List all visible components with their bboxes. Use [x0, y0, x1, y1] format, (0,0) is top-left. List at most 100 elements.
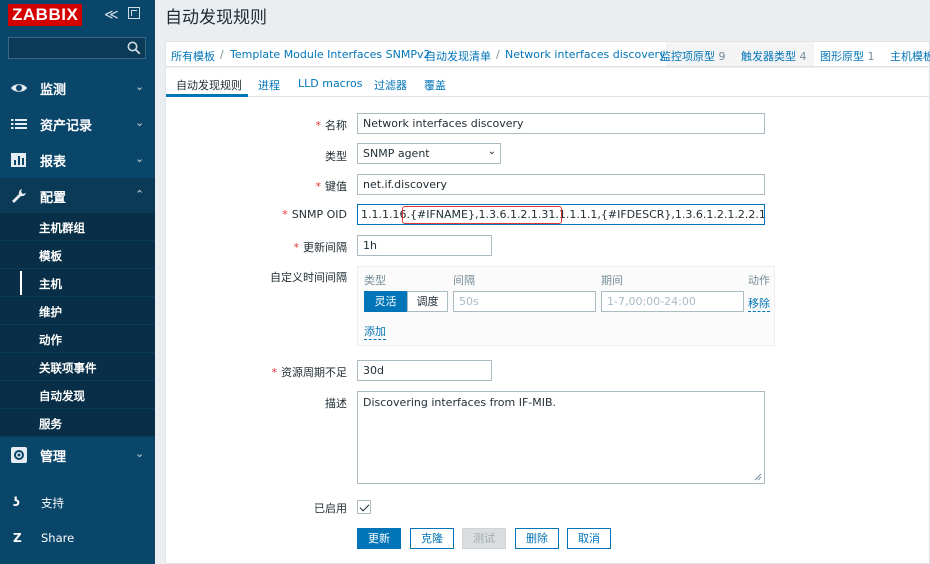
flexible-toggle[interactable]: 灵活 [364, 291, 407, 312]
cancel-button[interactable]: 取消 [567, 528, 611, 549]
menu-reports-label: 报表 [40, 155, 67, 170]
submenu-label: 服务 [39, 417, 62, 431]
keep-lost-input[interactable]: 30d [357, 360, 492, 381]
snmp-oid-input[interactable]: 1.1.1.16.{#IFNAME},1.3.6.1.2.1.31.1.1.1.… [357, 204, 765, 225]
scheduling-toggle[interactable]: 调度 [407, 291, 448, 312]
breadcrumb-graph-prototypes[interactable]: 图形原型 1 [820, 48, 875, 64]
keep-lost-label: * 资源周期不足 [272, 364, 348, 380]
required-asterisk: * [315, 180, 322, 193]
submenu-host-groups[interactable]: 主机群组 [0, 213, 155, 241]
add-interval-link[interactable]: 添加 [364, 323, 386, 340]
submenu-discovery[interactable]: 自动发现 [0, 381, 155, 409]
breadcrumb-trigger-prototypes[interactable]: 触发器类型 4 [741, 48, 807, 64]
configuration-submenu: 主机群组 模板 主机 维护 动作 关联项事件 自动发现 服务 [0, 213, 155, 437]
custom-intervals-label: 自定义时间间隔 [270, 271, 347, 284]
support-label: 支持 [41, 496, 64, 510]
breadcrumb-host-prototypes[interactable]: 主机模板 [890, 48, 930, 64]
menu-configuration[interactable]: 配置 ⌃ [0, 178, 155, 214]
kiosk-mode-icon[interactable] [128, 7, 140, 19]
type-select-value: SNMP agent [363, 147, 430, 160]
menu-monitoring-label: 监测 [40, 83, 67, 98]
collapse-sidebar-icon[interactable]: ≪ [104, 7, 119, 23]
graph-prototypes-count: 1 [867, 50, 875, 63]
menu-monitoring[interactable]: 监测 ⌄ [0, 70, 155, 106]
tab-filters[interactable]: 过滤器 [374, 77, 407, 93]
share-label: Share [41, 531, 75, 545]
snmp-oid-label: * SNMP OID [282, 208, 347, 221]
description-textarea[interactable]: Discovering interfaces from IF-MIB. [357, 391, 765, 484]
search-input[interactable] [9, 38, 121, 58]
type-label: 类型 [325, 150, 347, 163]
custom-period-input[interactable]: 1-7,00:00-24:00 [601, 291, 744, 312]
graph-prototypes-label: 图形原型 [820, 50, 864, 63]
enabled-label: 已启用 [314, 502, 347, 515]
key-input[interactable]: net.if.discovery [357, 174, 765, 195]
menu-inventory[interactable]: 资产记录 ⌄ [0, 106, 155, 142]
tab-overrides[interactable]: 覆盖 [424, 77, 446, 93]
submenu-event-correlation[interactable]: 关联项事件 [0, 353, 155, 381]
share-link[interactable]: Z Share [0, 522, 155, 554]
breadcrumb-all-templates[interactable]: 所有模板 [171, 48, 215, 64]
keep-lost-label-text: 资源周期不足 [281, 366, 347, 379]
support-link[interactable]: ʖ 支持 [0, 486, 155, 518]
resize-grip-icon[interactable] [754, 473, 762, 481]
col-period-header: 期间 [601, 274, 623, 287]
menu-reports[interactable]: 报表 ⌄ [0, 142, 155, 178]
eye-icon [11, 84, 27, 92]
submenu-templates[interactable]: 模板 [0, 241, 155, 269]
page-title: 自动发现规则 [165, 8, 267, 28]
submenu-label: 维护 [39, 305, 62, 319]
required-asterisk: * [271, 366, 278, 379]
update-interval-label-text: 更新间隔 [303, 241, 347, 254]
key-label: * 键值 [316, 178, 348, 194]
submenu-label: 主机 [39, 277, 62, 291]
remove-interval-link[interactable]: 移除 [748, 295, 770, 312]
chevron-up-icon: ⌃ [135, 188, 145, 201]
update-button[interactable]: 更新 [357, 528, 401, 549]
update-interval-label: * 更新间隔 [294, 239, 348, 255]
custom-interval-input[interactable]: 50s [453, 291, 596, 312]
snmp-oid-label-text: SNMP OID [291, 208, 347, 221]
chevron-down-icon: ⌄ [487, 146, 496, 157]
breadcrumb-current[interactable]: Network interfaces discovery [505, 48, 666, 61]
name-input[interactable]: Network interfaces discovery [357, 113, 765, 134]
tab-preprocessing[interactable]: 进程 [258, 77, 280, 93]
required-asterisk: * [315, 119, 322, 132]
list-icon [11, 119, 27, 129]
key-label-text: 键值 [325, 180, 347, 193]
share-icon: Z [13, 531, 22, 545]
chevron-down-icon: ⌄ [135, 80, 145, 93]
item-prototypes-label: 监控项原型 [660, 50, 715, 63]
submenu-services[interactable]: 服务 [0, 409, 155, 437]
delete-button[interactable]: 删除 [515, 528, 559, 549]
menu-configuration-label: 配置 [40, 191, 67, 206]
tab-discovery-rule[interactable]: 自动发现规则 [176, 77, 242, 93]
tab-lld-macros[interactable]: LLD macros [298, 77, 362, 90]
active-tab-indicator [166, 94, 248, 97]
col-type-header: 类型 [364, 274, 386, 287]
chevron-down-icon: ⌄ [135, 447, 145, 460]
col-action-header: 动作 [748, 274, 770, 287]
gear-icon [11, 447, 27, 463]
sidebar: ZABBIX ≪ 监测 ⌄ 资产记录 ⌄ 报表 ⌄ 配置 ⌃ 主机群组 模板 主… [0, 0, 155, 564]
submenu-maintenance[interactable]: 维护 [0, 297, 155, 325]
chevron-down-icon: ⌄ [135, 152, 145, 165]
submenu-hosts[interactable]: 主机 [0, 269, 155, 297]
breadcrumb-discovery-list[interactable]: 自动发现清单 [425, 48, 491, 64]
update-interval-input[interactable]: 1h [357, 235, 492, 256]
search-icon[interactable] [127, 41, 141, 55]
logo-row: ZABBIX ≪ [8, 4, 148, 26]
clone-button[interactable]: 克隆 [410, 528, 454, 549]
type-select[interactable]: SNMP agent ⌄ [357, 143, 501, 164]
menu-administration-label: 管理 [40, 450, 67, 465]
required-asterisk: * [282, 208, 288, 221]
submenu-actions[interactable]: 动作 [0, 325, 155, 353]
enabled-checkbox[interactable] [357, 500, 371, 514]
breadcrumb-separator: / [496, 48, 500, 61]
zabbix-logo[interactable]: ZABBIX [8, 4, 83, 26]
breadcrumb-item-prototypes[interactable]: 监控项原型 9 [660, 48, 726, 64]
submenu-label: 主机群组 [39, 221, 85, 235]
menu-administration[interactable]: 管理 ⌄ [0, 437, 155, 473]
breadcrumb-template[interactable]: Template Module Interfaces SNMPv2 [230, 48, 431, 61]
trigger-prototypes-label: 触发器类型 [741, 50, 796, 63]
